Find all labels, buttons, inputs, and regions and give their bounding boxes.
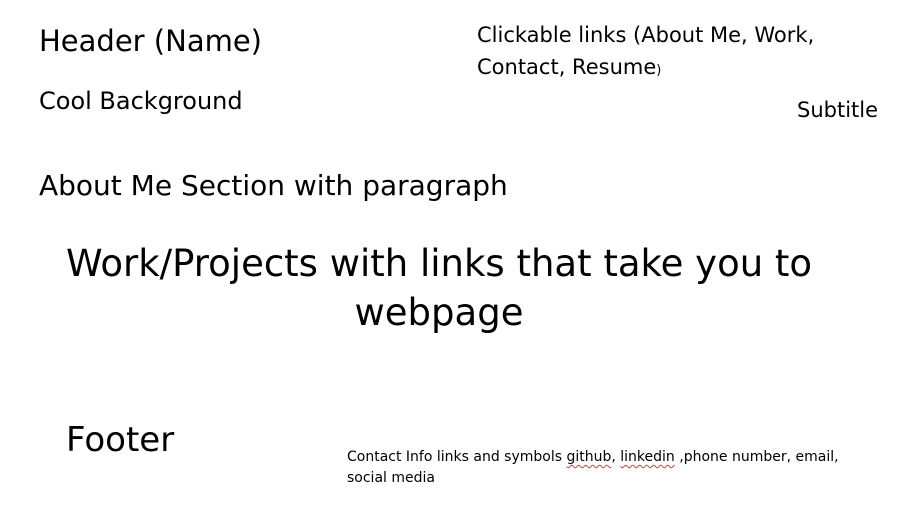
header-name-placeholder: Header (Name) xyxy=(39,24,262,58)
nav-links-note: Clickable links (About Me, Work, Contact… xyxy=(477,19,857,87)
github-text: github xyxy=(566,449,612,465)
work-projects-note: Work/Projects with links that take you t… xyxy=(65,242,813,334)
contact-info-note: Contact Info links and symbols github, l… xyxy=(347,447,867,489)
linkedin-text: linkedin xyxy=(620,449,675,465)
subtitle-placeholder: Subtitle xyxy=(797,98,879,122)
contact-info-prefix: Contact Info links and symbols xyxy=(347,449,567,465)
contact-info-separator: , xyxy=(611,449,621,465)
background-note: Cool Background xyxy=(39,87,243,115)
nav-links-close-paren: ) xyxy=(656,63,662,78)
footer-label: Footer xyxy=(66,420,175,460)
about-section-note: About Me Section with paragraph xyxy=(39,169,508,202)
nav-links-text: Clickable links (About Me, Work, Contact… xyxy=(477,23,815,79)
